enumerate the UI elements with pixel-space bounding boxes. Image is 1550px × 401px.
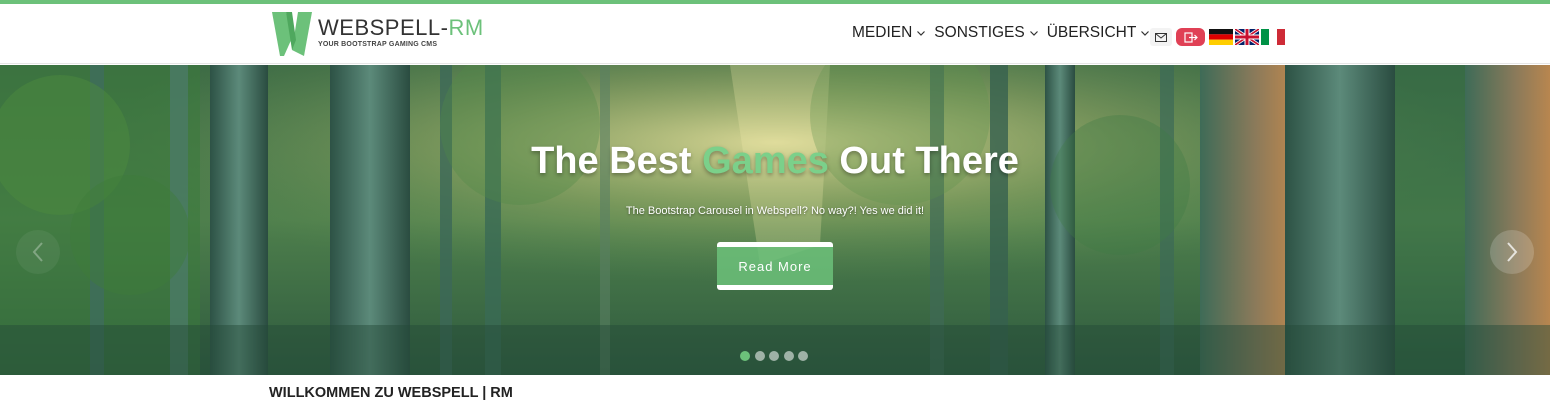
flag-italy-icon[interactable] [1261, 29, 1285, 45]
nav-item-medien[interactable]: MEDIEN [852, 24, 926, 42]
carousel-indicator[interactable] [798, 351, 808, 361]
hero-title-highlight: Games [702, 140, 829, 182]
nav-item-label: SONSTIGES [934, 24, 1025, 41]
forest-background-image [0, 65, 1550, 375]
chevron-left-icon [32, 242, 43, 262]
logo-w-icon [270, 10, 314, 56]
logo-text: WEBSPELL-RM YOUR BOOTSTRAP GAMING CMS [318, 10, 484, 48]
carousel-indicators [740, 351, 813, 361]
carousel-indicator[interactable] [740, 351, 750, 361]
carousel-prev-button[interactable] [16, 230, 60, 274]
read-more-button[interactable]: Read More [717, 242, 833, 290]
main-nav: MEDIEN SONSTIGES ÜBERSICHT [852, 24, 1158, 42]
logo-title: WEBSPELL-RM [318, 15, 484, 41]
logout-button[interactable] [1176, 28, 1205, 46]
chevron-right-icon [1507, 242, 1518, 262]
logo-tagline: YOUR BOOTSTRAP GAMING CMS [318, 41, 438, 48]
nav-item-sonstiges[interactable]: SONSTIGES [934, 24, 1038, 42]
carousel-indicator[interactable] [754, 351, 765, 361]
site-logo[interactable]: WEBSPELL-RM YOUR BOOTSTRAP GAMING CMS [270, 10, 484, 58]
hero-carousel [0, 65, 1550, 375]
logo-title-main: WEBSPELL- [318, 15, 449, 40]
site-header: WEBSPELL-RM YOUR BOOTSTRAP GAMING CMS ME… [0, 4, 1550, 64]
flag-uk-icon[interactable] [1235, 29, 1259, 45]
messages-button[interactable] [1150, 28, 1172, 46]
nav-item-label: ÜBERSICHT [1046, 24, 1137, 41]
chevron-down-icon [1029, 31, 1038, 36]
logout-icon [1183, 31, 1198, 43]
welcome-heading: WILLKOMMEN ZU WEBSPELL | RM [269, 385, 513, 401]
hero-subtitle: The Bootstrap Carousel in Webspell? No w… [625, 205, 925, 217]
hero-title: The Best Games Out There [0, 140, 1550, 183]
hero-title-part2: Out There [828, 140, 1019, 182]
hero-title-part1: The Best [531, 140, 703, 182]
logo-title-accent: RM [448, 15, 484, 40]
chevron-down-icon [1141, 31, 1150, 36]
chevron-down-icon [917, 31, 926, 36]
carousel-indicator[interactable] [783, 351, 794, 361]
header-icons [1150, 28, 1285, 46]
nav-item-uebersicht[interactable]: ÜBERSICHT [1047, 24, 1151, 42]
envelope-icon [1155, 32, 1167, 42]
nav-item-label: MEDIEN [852, 24, 913, 41]
carousel-next-button[interactable] [1490, 230, 1534, 274]
flag-germany-icon[interactable] [1209, 29, 1233, 45]
carousel-indicator[interactable] [769, 351, 779, 361]
